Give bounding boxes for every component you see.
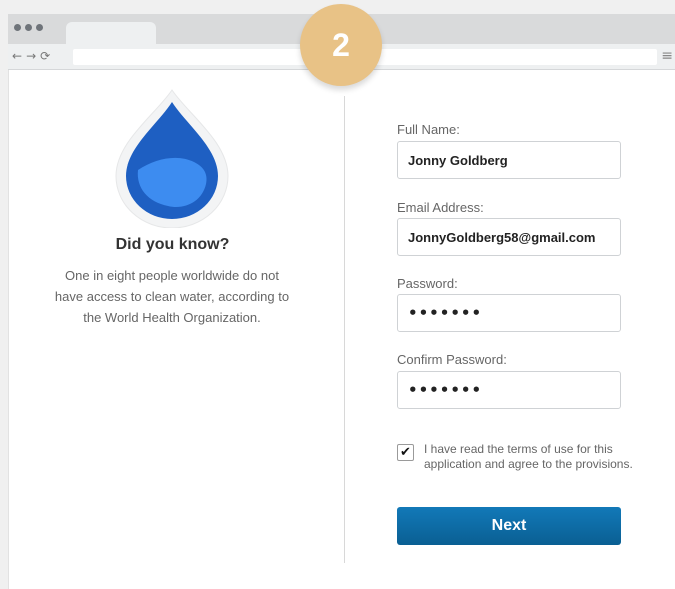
email-value: JonnyGoldberg58@gmail.com [408, 229, 596, 245]
confirm-password-field[interactable]: ••••••• [397, 371, 621, 409]
confirm-password-value: ••••••• [408, 381, 483, 399]
next-button[interactable]: Next [397, 507, 621, 545]
password-label: Password: [397, 276, 458, 291]
water-drop-icon [112, 88, 232, 229]
email-label: Email Address: [397, 200, 484, 215]
info-fact-text: One in eight people worldwide do not hav… [54, 268, 290, 325]
confirm-password-label: Confirm Password: [397, 352, 507, 367]
checkmark-icon: ✔ [400, 445, 411, 460]
window-left-edge [8, 70, 9, 589]
info-heading: Did you know? [115, 236, 230, 253]
window-dot[interactable] [36, 24, 43, 31]
reload-icon[interactable]: ⟳ [40, 49, 50, 63]
password-field[interactable]: ••••••• [397, 294, 621, 332]
column-divider [344, 96, 345, 563]
window-dot[interactable] [25, 24, 32, 31]
full-name-label: Full Name: [397, 122, 460, 137]
password-value: ••••••• [408, 304, 483, 322]
step-number-badge: 2 [300, 4, 382, 86]
terms-text: I have read the terms of use for this ap… [424, 442, 633, 471]
browser-tab[interactable] [66, 22, 156, 44]
window-dot[interactable] [14, 24, 21, 31]
forward-arrow-icon[interactable]: → [26, 49, 36, 63]
back-arrow-icon[interactable]: ← [12, 49, 22, 63]
email-field[interactable]: JonnyGoldberg58@gmail.com [397, 218, 621, 256]
terms-checkbox[interactable]: ✔ [397, 444, 414, 461]
full-name-value: Jonny Goldberg [408, 152, 508, 168]
hamburger-menu-icon[interactable]: ≡ [661, 48, 673, 64]
window-controls[interactable] [14, 24, 43, 31]
full-name-field[interactable]: Jonny Goldberg [397, 141, 621, 179]
